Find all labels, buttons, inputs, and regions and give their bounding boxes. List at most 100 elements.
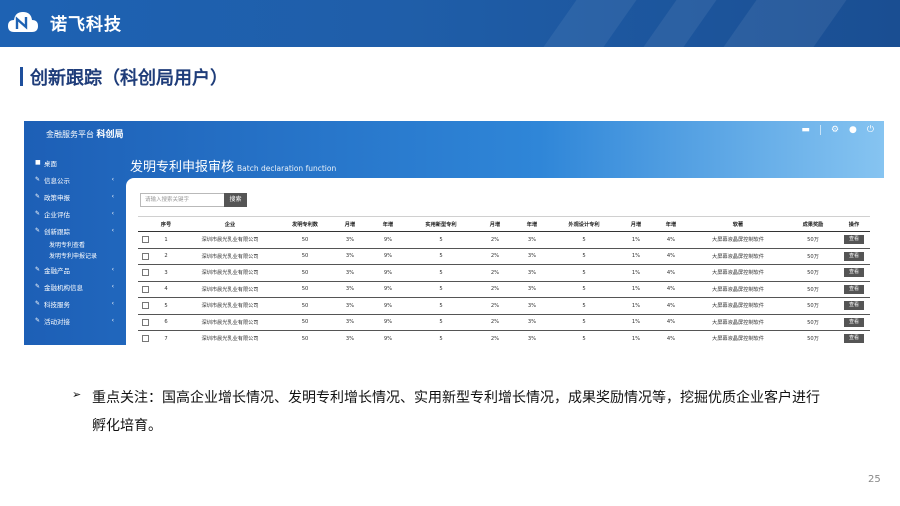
- sidebar-item[interactable]: ✎ 创新跟踪 ‹: [24, 222, 124, 239]
- bullet-text: 重点关注：国高企业增长情况、发明专利增长情况、实用新型专利增长情况，成果奖励情况…: [92, 390, 820, 434]
- action-cell: 查看: [838, 330, 870, 345]
- column-header: [138, 216, 152, 232]
- view-button[interactable]: 查看: [844, 284, 864, 294]
- table-cell: 5: [152, 297, 180, 315]
- table-cell: 3%: [330, 281, 370, 298]
- table-cell: 5: [550, 330, 618, 345]
- table-cell: 5: [406, 281, 476, 298]
- sidebar-item[interactable]: ■ 桌面: [24, 154, 124, 171]
- gear-icon[interactable]: ⚙: [831, 125, 839, 135]
- table-cell: 5: [406, 330, 476, 345]
- sidebar-subitem[interactable]: 发明专利查看: [24, 239, 124, 250]
- table-cell: 1%: [618, 330, 654, 345]
- action-cell: 查看: [838, 231, 870, 249]
- table-cell: 4: [152, 281, 180, 298]
- table-cell: 50: [280, 264, 330, 282]
- column-header: 操作: [838, 216, 870, 232]
- user-icon[interactable]: ●: [849, 125, 857, 135]
- table-cell: 5: [406, 231, 476, 249]
- chevron-left-icon: ‹: [111, 317, 114, 324]
- table-cell: 4%: [654, 231, 688, 249]
- table-cell: 大屏幕液晶屏控制软件: [688, 330, 788, 345]
- row-checkbox[interactable]: [141, 269, 149, 277]
- table-cell: 3%: [330, 330, 370, 345]
- section-marker: [20, 67, 23, 86]
- table-cell: 3%: [330, 248, 370, 265]
- sidebar-item[interactable]: ✎ 金融产品 ‹: [24, 261, 124, 278]
- chevron-left-icon: ‹: [111, 176, 114, 183]
- table-cell: 50万: [788, 248, 838, 265]
- search-button[interactable]: 搜索: [224, 193, 247, 207]
- pencil-icon: ✎: [35, 176, 41, 183]
- column-header: 年增: [370, 216, 406, 232]
- table-cell: 4%: [654, 248, 688, 265]
- table-cell: 50万: [788, 297, 838, 315]
- table-cell: 3%: [514, 231, 550, 249]
- page-title: 发明专利申报审核 Batch declaration function: [130, 160, 337, 175]
- column-header: 实用新型专利: [406, 216, 476, 232]
- sidebar-item[interactable]: ✎ 金融机构信息 ‹: [24, 278, 124, 295]
- table-cell: 3%: [330, 231, 370, 249]
- table-cell: 深圳市晨光乳业有限公司: [180, 264, 280, 282]
- table-cell: 深圳市晨光乳业有限公司: [180, 281, 280, 298]
- row-checkbox-cell: [138, 231, 152, 249]
- table-cell: 大屏幕液晶屏控制软件: [688, 314, 788, 331]
- view-button[interactable]: 查看: [844, 317, 864, 327]
- action-cell: 查看: [838, 248, 870, 265]
- sidebar-item[interactable]: ✎ 科技服务 ‹: [24, 295, 124, 312]
- message-icon[interactable]: ▬: [801, 125, 810, 135]
- sidebar-item-label: 政策申报: [44, 193, 70, 202]
- section-title: 创新跟踪（科创局用户）: [30, 68, 228, 89]
- column-header: 成果奖励: [788, 216, 838, 232]
- table-cell: 2: [152, 248, 180, 265]
- row-checkbox[interactable]: [141, 302, 149, 310]
- power-icon[interactable]: ⏻: [867, 125, 874, 135]
- sidebar-subitem[interactable]: 发明专利申报记录: [24, 250, 124, 261]
- row-checkbox[interactable]: [141, 236, 149, 244]
- view-button[interactable]: 查看: [844, 235, 864, 245]
- table-row: 7 深圳市晨光乳业有限公司 50 3% 9% 5 2% 3% 5 1% 4% 大屏幕液晶屏控制软件 50…: [138, 330, 870, 345]
- table-cell: 9%: [370, 248, 406, 265]
- row-checkbox-cell: [138, 297, 152, 315]
- table-cell: 5: [550, 248, 618, 265]
- action-cell: 查看: [838, 314, 870, 331]
- sidebar-item[interactable]: ✎ 企业评估 ‹: [24, 205, 124, 222]
- table-row: 1 深圳市晨光乳业有限公司 50 3% 9% 5 2% 3% 5 1% 4% 大屏幕液晶屏控制软件 50…: [138, 231, 870, 249]
- chevron-left-icon: ‹: [111, 283, 114, 290]
- view-button[interactable]: 查看: [844, 334, 864, 344]
- column-header: 月增: [330, 216, 370, 232]
- table-cell: 3%: [514, 248, 550, 265]
- chevron-left-icon: ‹: [111, 227, 114, 234]
- chevron-left-icon: ‹: [111, 210, 114, 217]
- sidebar-item[interactable]: ✎ 活动对接 ‹: [24, 312, 124, 329]
- table-cell: 1%: [618, 314, 654, 331]
- table-cell: 50: [280, 281, 330, 298]
- row-checkbox[interactable]: [141, 285, 149, 293]
- row-checkbox[interactable]: [141, 335, 149, 343]
- table-cell: 3%: [514, 297, 550, 315]
- chevron-left-icon: ‹: [111, 193, 114, 200]
- table-cell: 深圳市晨光乳业有限公司: [180, 231, 280, 249]
- view-button[interactable]: 查看: [844, 268, 864, 278]
- row-checkbox-cell: [138, 314, 152, 331]
- table-cell: 2%: [476, 231, 514, 249]
- search-input[interactable]: 请输入搜索关键字: [140, 193, 226, 207]
- sidebar-item[interactable]: ✎ 信息公示 ‹: [24, 171, 124, 188]
- row-checkbox[interactable]: [141, 318, 149, 326]
- view-button[interactable]: 查看: [844, 251, 864, 261]
- table-cell: 9%: [370, 297, 406, 315]
- row-checkbox[interactable]: [141, 252, 149, 260]
- table-cell: 3: [152, 264, 180, 282]
- pencil-icon: ✎: [35, 227, 41, 234]
- table-cell: 9%: [370, 231, 406, 249]
- table-cell: 深圳市晨光乳业有限公司: [180, 314, 280, 331]
- table-cell: 1%: [618, 281, 654, 298]
- sidebar-item[interactable]: ✎ 政策申报 ‹: [24, 188, 124, 205]
- column-header: 年增: [514, 216, 550, 232]
- table-cell: 6: [152, 314, 180, 331]
- table-cell: 3%: [514, 330, 550, 345]
- content-panel: 请输入搜索关键字 搜索 序号 企业 发明专利数 月增 年增 实用新型专利 月增 年增 外观设计专…: [126, 178, 884, 345]
- sidebar-item-label: 桌面: [44, 159, 57, 168]
- view-button[interactable]: 查看: [844, 301, 864, 311]
- table-cell: 1%: [618, 231, 654, 249]
